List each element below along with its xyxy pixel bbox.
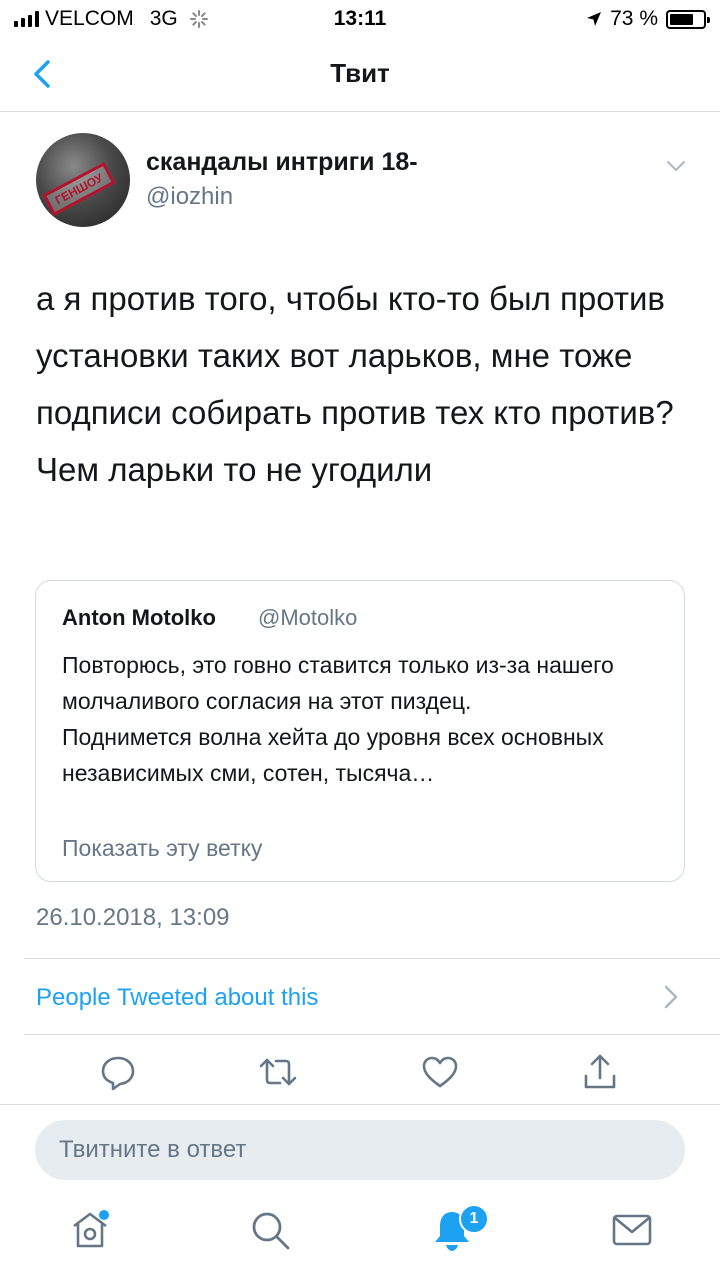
like-icon[interactable] [420, 1052, 460, 1092]
reply-icon[interactable] [98, 1052, 138, 1092]
search-icon[interactable] [248, 1208, 292, 1252]
reply-input[interactable] [35, 1120, 685, 1180]
location-arrow-icon [587, 12, 602, 26]
divider [24, 1034, 720, 1035]
quote-text: Повторюсь, это говно ставится только из-… [62, 652, 614, 786]
battery-icon [666, 9, 710, 29]
battery-level [670, 13, 694, 25]
people-tweeted-row[interactable]: People Tweeted about this [0, 960, 720, 1034]
author-name[interactable]: скандалы интриги 18- [146, 148, 418, 177]
page-title: Твит [330, 58, 390, 88]
tab-bar: 1 [0, 1190, 720, 1280]
quote-author-handle: @Motolko [258, 605, 358, 630]
people-tweeted-label: People Tweeted about this [36, 984, 319, 1011]
home-new-dot [99, 1210, 109, 1220]
share-icon[interactable] [580, 1052, 620, 1092]
quote-author-name: Anton Motolko [62, 605, 216, 630]
chevron-down-icon[interactable] [664, 154, 688, 178]
tweet-text: а я против того, чтобы кто-то был против… [36, 280, 674, 488]
status-bar: VELCOM 3G 13:11 73 % [0, 0, 720, 40]
tweet-actions [0, 1044, 720, 1104]
author-handle[interactable]: @iozhin [146, 183, 233, 211]
nav-bar: Твит [0, 40, 720, 112]
divider [0, 1104, 720, 1105]
avatar[interactable]: ГЕНШОУ [36, 133, 130, 227]
divider [24, 958, 720, 959]
avatar-stamp: ГЕНШОУ [42, 161, 116, 217]
messages-icon[interactable] [610, 1208, 654, 1252]
chevron-right-icon [664, 985, 678, 1009]
notification-badge: 1 [459, 1204, 489, 1234]
battery-percent: 73 % [610, 7, 658, 30]
tweet-timestamp: 26.10.2018, 13:09 [36, 904, 230, 931]
retweet-icon[interactable] [258, 1052, 298, 1092]
show-thread-link[interactable]: Показать эту ветку [62, 835, 262, 862]
quoted-tweet[interactable]: Anton Motolko @Motolko Повторюсь, это го… [35, 580, 685, 882]
status-right: 73 % [586, 7, 710, 31]
